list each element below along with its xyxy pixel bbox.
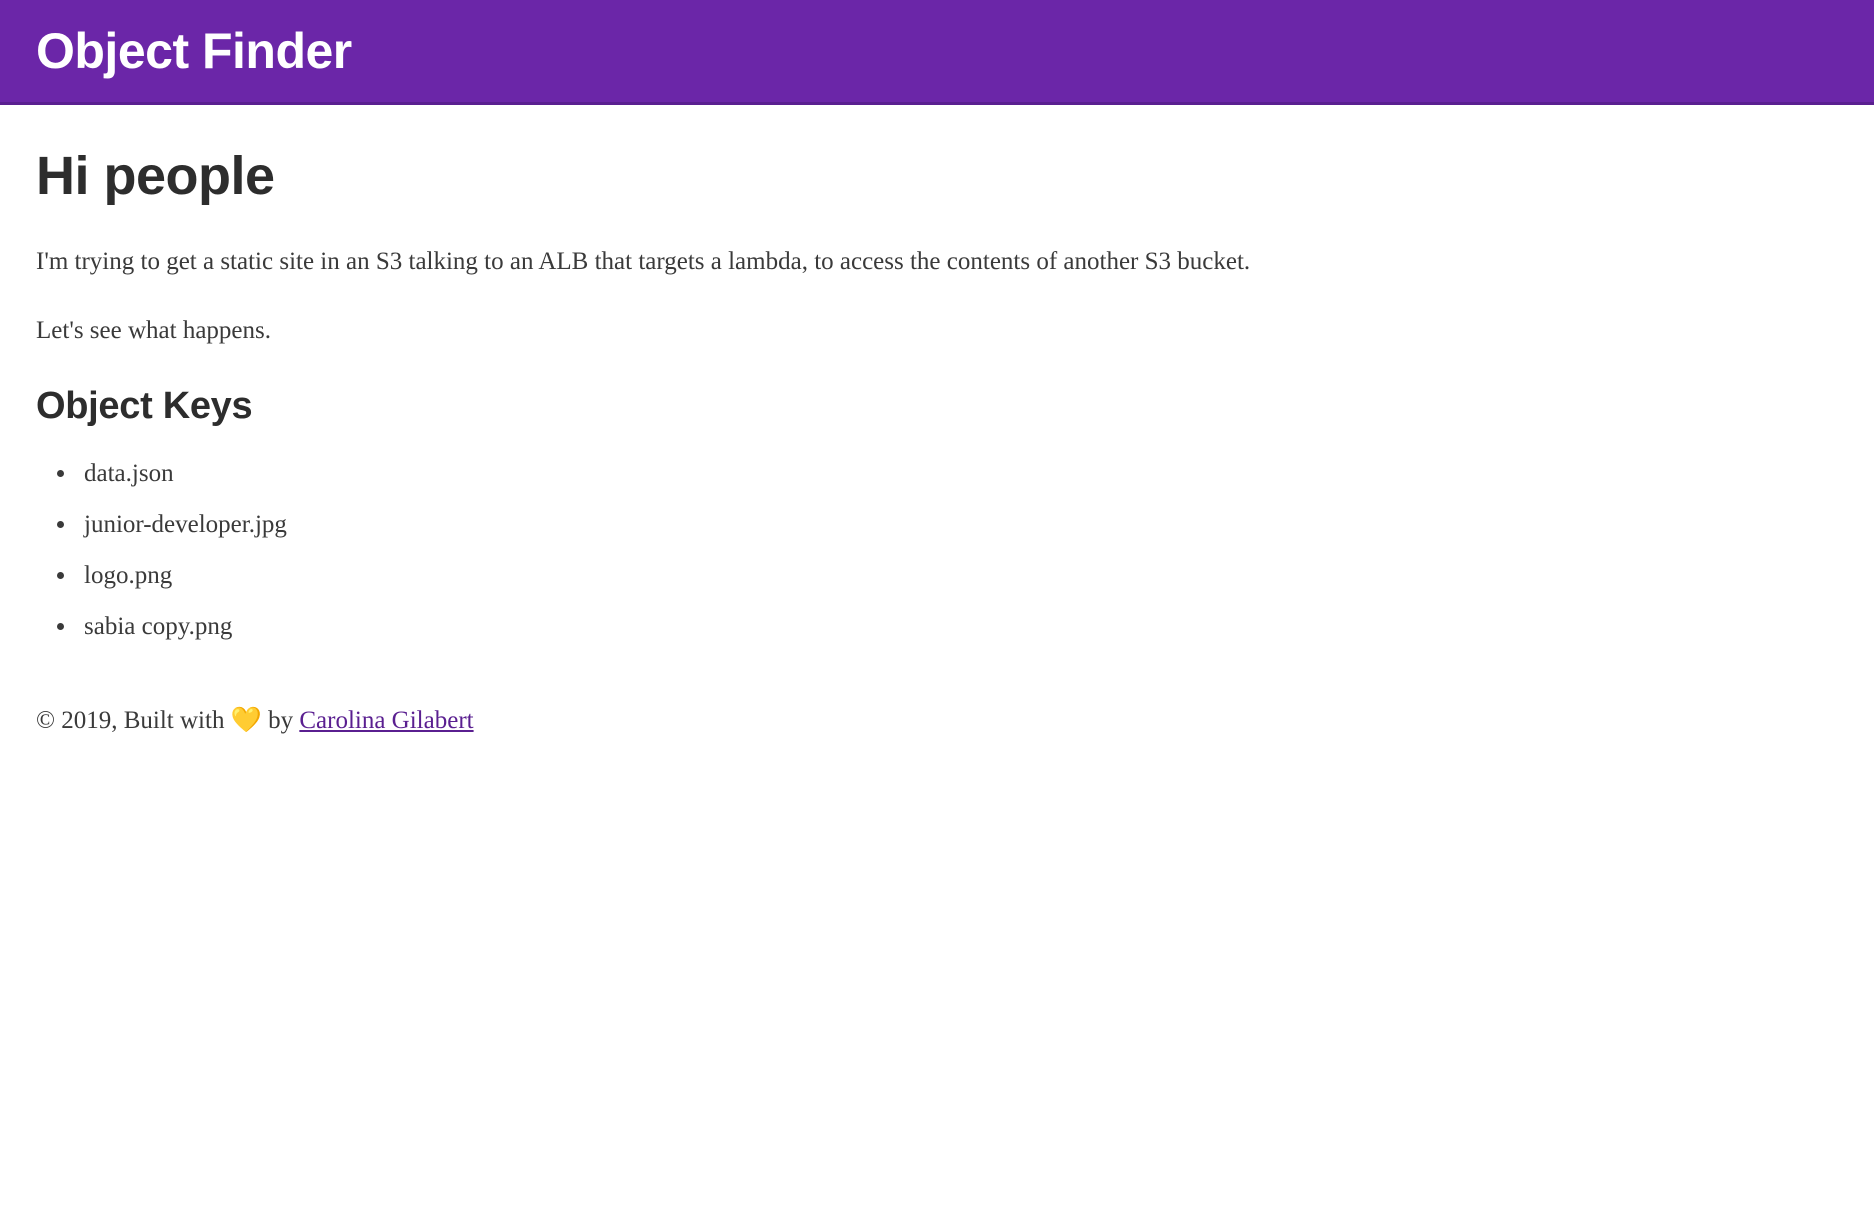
site-footer: © 2019, Built with 💛 by Carolina Gilaber… [0,706,1874,771]
heart-icon: 💛 [231,706,262,735]
page-greeting: Hi people [36,145,1838,207]
main-content: Hi people I'm trying to get a static sit… [0,105,1874,706]
list-item: junior-developer.jpg [78,507,1838,542]
intro-paragraph-1: I'm trying to get a static site in an S3… [36,243,1838,282]
object-keys-heading: Object Keys [36,385,1838,428]
list-item: logo.png [78,558,1838,593]
site-title: Object Finder [36,22,1838,80]
list-item: sabia copy.png [78,609,1838,644]
intro-paragraph-2: Let's see what happens. [36,312,1838,351]
author-link[interactable]: Carolina Gilabert [299,707,473,734]
list-item: data.json [78,456,1838,491]
footer-copyright: © 2019, Built with [36,707,231,734]
site-header: Object Finder [0,0,1874,105]
footer-by: by [262,707,300,734]
object-keys-list: data.json junior-developer.jpg logo.png … [36,456,1838,644]
